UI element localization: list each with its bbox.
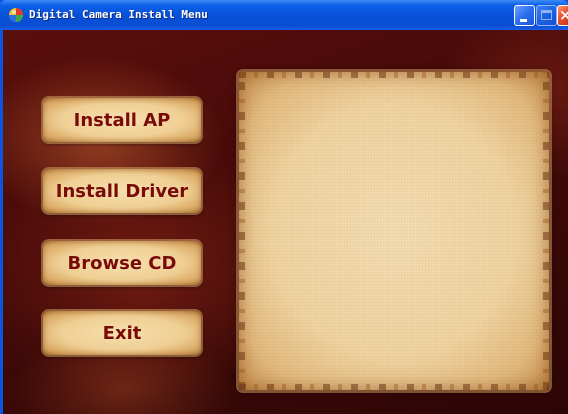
colorful-ball-icon[interactable] <box>8 7 24 23</box>
panel-torn-edge-left <box>239 72 245 390</box>
close-button[interactable]: × <box>557 5 568 26</box>
browse-cd-button[interactable]: Browse CD <box>43 241 201 285</box>
exit-label: Exit <box>102 322 142 344</box>
maximize-icon <box>541 10 552 20</box>
install-driver-label: Install Driver <box>55 180 189 202</box>
panel-torn-edge-bottom <box>239 384 549 390</box>
install-ap-button[interactable]: Install AP <box>43 98 201 142</box>
menu-background: Install AP Install Driver Browse CD Exit <box>3 30 568 414</box>
description-panel <box>239 72 549 390</box>
install-driver-button[interactable]: Install Driver <box>43 169 201 213</box>
install-menu-window: Digital Camera Install Menu × Install AP… <box>0 0 568 414</box>
maximize-button[interactable] <box>536 5 557 26</box>
title-bar[interactable]: Digital Camera Install Menu × <box>0 0 568 30</box>
close-icon: × <box>559 6 568 24</box>
install-ap-label: Install AP <box>73 109 171 131</box>
panel-torn-edge-right <box>543 72 549 390</box>
panel-torn-edge-top <box>239 72 549 78</box>
browse-cd-label: Browse CD <box>67 252 177 274</box>
minimize-button[interactable] <box>514 5 535 26</box>
exit-button[interactable]: Exit <box>43 311 201 355</box>
minimize-icon <box>520 19 527 22</box>
window-title: Digital Camera Install Menu <box>29 8 208 21</box>
